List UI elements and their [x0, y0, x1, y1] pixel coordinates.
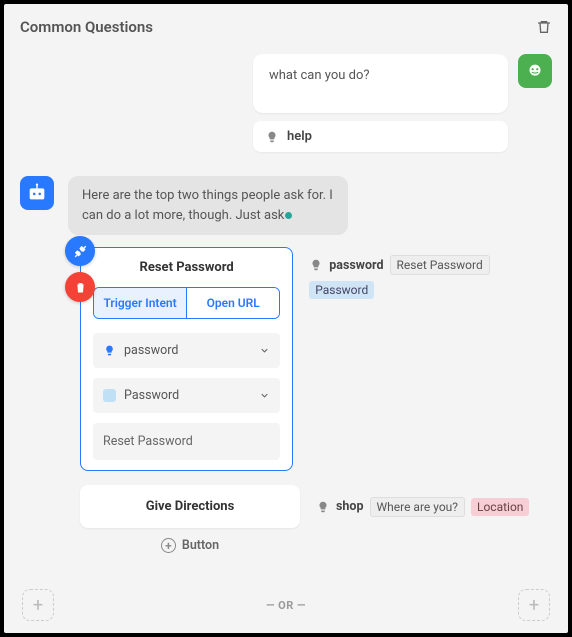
page-title: Common Questions: [20, 18, 153, 36]
entity-select[interactable]: Password: [93, 378, 280, 413]
header: Common Questions: [20, 18, 552, 36]
intent-pill-label: help: [287, 129, 312, 144]
cursor-indicator: [285, 212, 292, 219]
user-message-row: what can you do?: [20, 54, 552, 113]
bulb-icon: [265, 130, 279, 144]
button-label-value: Reset Password: [103, 434, 193, 449]
collapse-button[interactable]: [65, 236, 95, 266]
or-divider: — OR —: [266, 599, 306, 612]
meta-intent-label: shop: [336, 499, 364, 514]
entity-select-label: Password: [124, 388, 179, 403]
intent-select-label: password: [124, 343, 178, 358]
bulb-icon: [103, 344, 116, 357]
entity-tag-icon: [103, 389, 116, 402]
tab-trigger-intent[interactable]: Trigger Intent: [94, 288, 186, 318]
intent-select[interactable]: password: [93, 333, 280, 368]
card-side-actions: [65, 236, 95, 302]
user-message-text: what can you do?: [269, 68, 370, 83]
intent-pill[interactable]: help: [253, 121, 508, 152]
meta-tag[interactable]: Reset Password: [390, 255, 490, 275]
meta-intent-label: password: [329, 258, 383, 273]
tab-open-url[interactable]: Open URL: [186, 288, 279, 318]
secondary-metadata: shop Where are you? Location: [316, 497, 529, 517]
bot-message-row: Here are the top two things people ask f…: [20, 176, 552, 235]
bot-message-text: Here are the top two things people ask f…: [82, 188, 333, 223]
meta-tag[interactable]: Location: [471, 498, 529, 516]
add-button-label: Button: [182, 538, 219, 553]
bot-avatar: [20, 176, 54, 210]
bulb-icon: [309, 258, 323, 272]
secondary-action-card[interactable]: Give Directions: [80, 485, 300, 528]
add-button[interactable]: + Button: [80, 538, 300, 553]
add-branch-right[interactable]: +: [518, 589, 550, 621]
bulb-icon: [316, 500, 330, 514]
user-avatar: [518, 54, 552, 88]
editor-canvas: Common Questions what can you do? help H…: [4, 4, 568, 633]
action-card[interactable]: Reset Password Trigger Intent Open URL p…: [80, 247, 293, 471]
meta-tag[interactable]: Password: [309, 281, 374, 299]
primary-card-row: Reset Password Trigger Intent Open URL p…: [80, 247, 552, 471]
card-tabs: Trigger Intent Open URL: [93, 287, 280, 319]
card-metadata: password Reset Password Password: [309, 247, 552, 299]
add-branch-left[interactable]: +: [22, 589, 54, 621]
meta-tag[interactable]: Where are you?: [370, 497, 465, 517]
card-title: Reset Password: [93, 260, 280, 275]
button-label-input[interactable]: Reset Password: [93, 423, 280, 460]
delete-card-button[interactable]: [65, 272, 95, 302]
secondary-card-row: Give Directions shop Where are you? Loca…: [80, 485, 552, 528]
bot-message-bubble[interactable]: Here are the top two things people ask f…: [68, 176, 348, 235]
secondary-card-title: Give Directions: [146, 499, 235, 514]
user-message-bubble[interactable]: what can you do?: [253, 54, 508, 113]
chevron-down-icon: [259, 345, 270, 356]
chevron-down-icon: [259, 390, 270, 401]
plus-icon: +: [161, 538, 176, 553]
footer: + — OR — +: [4, 589, 568, 621]
delete-node-icon[interactable]: [536, 18, 552, 36]
